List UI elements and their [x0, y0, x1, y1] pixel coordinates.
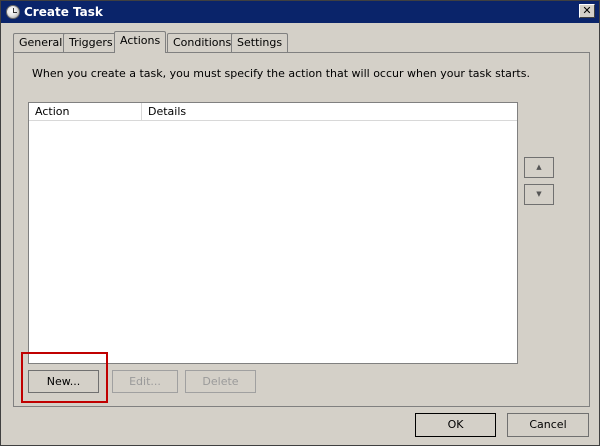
tab-settings[interactable]: Settings [231, 33, 289, 52]
cancel-button[interactable]: Cancel [507, 413, 589, 437]
new-action-button[interactable]: New... [28, 370, 99, 393]
clock-icon [6, 5, 20, 19]
ok-button[interactable]: OK [415, 413, 496, 437]
actions-list-header: Action Details [29, 103, 517, 121]
move-up-button[interactable]: ▲ [524, 157, 554, 178]
tab-general[interactable]: General [13, 33, 69, 52]
tab-triggers[interactable]: Triggers [63, 33, 119, 52]
delete-action-button[interactable]: Delete [185, 370, 256, 393]
move-down-button[interactable]: ▼ [524, 184, 554, 205]
triangle-up-icon: ▲ [536, 163, 542, 171]
close-button[interactable]: ✕ [579, 4, 595, 18]
actions-intro-text: When you create a task, you must specify… [32, 67, 530, 80]
actions-list[interactable]: Action Details [28, 102, 518, 364]
column-header-details[interactable]: Details [142, 103, 518, 121]
actions-panel: When you create a task, you must specify… [13, 52, 590, 407]
window-title: Create Task [24, 5, 103, 19]
tab-conditions[interactable]: Conditions [167, 33, 238, 52]
edit-action-button[interactable]: Edit... [112, 370, 178, 393]
tab-actions[interactable]: Actions [114, 31, 167, 53]
create-task-dialog: Create Task ✕ General Triggers Actions C… [0, 0, 600, 446]
triangle-down-icon: ▼ [536, 190, 542, 198]
title-bar[interactable]: Create Task ✕ [1, 1, 599, 23]
column-header-action[interactable]: Action [29, 103, 142, 121]
